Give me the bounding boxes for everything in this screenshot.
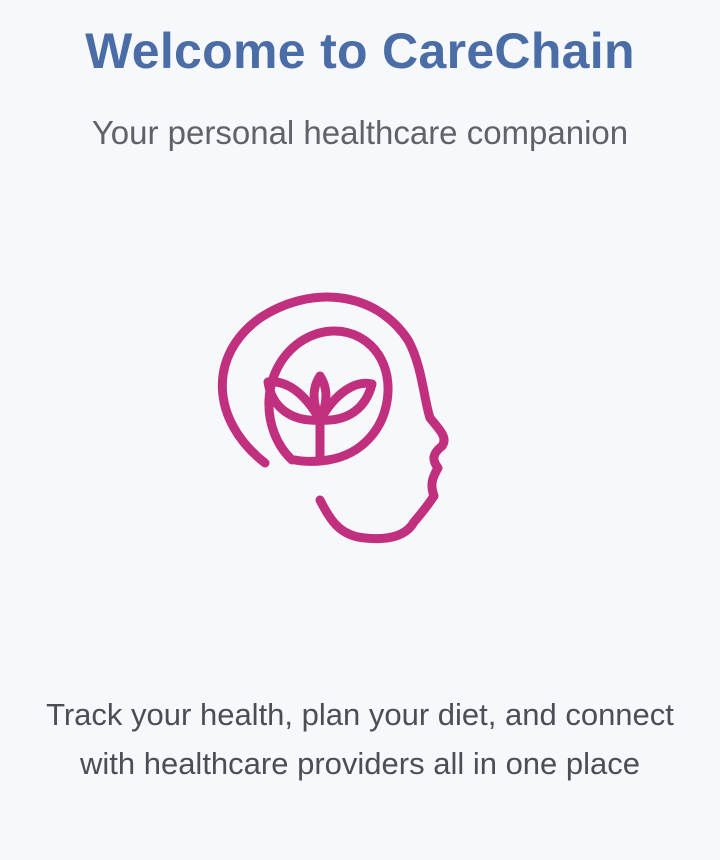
center-leaf (309, 371, 331, 425)
welcome-description: Track your health, plan your diet, and c… (46, 697, 674, 781)
head-with-sprout-icon (200, 270, 480, 560)
page-subtitle: Your personal healthcare companion (91, 114, 629, 151)
welcome-screen: Welcome to CareChain Your personal healt… (0, 0, 720, 860)
page-title: Welcome to CareChain (85, 23, 635, 79)
